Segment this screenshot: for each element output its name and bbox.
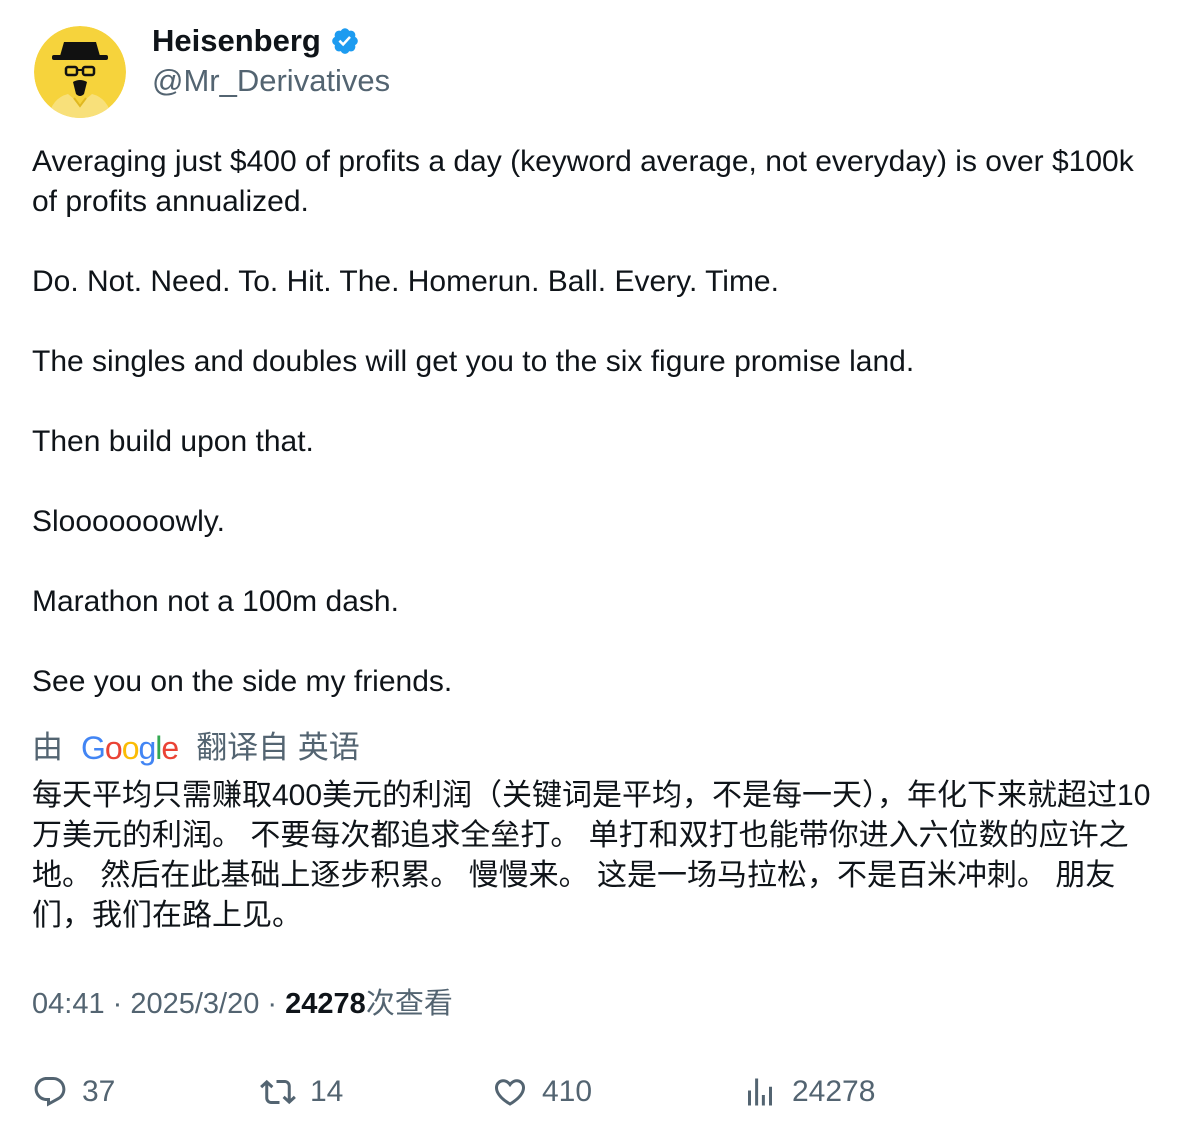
author-handle[interactable]: @Mr_Derivatives — [152, 62, 390, 100]
views-button[interactable]: 24278 — [742, 1070, 875, 1114]
verified-badge-icon[interactable] — [330, 26, 360, 56]
tweet-meta: 04:41 · 2025/3/20 · 24278 次查看 — [32, 984, 453, 1024]
reply-icon — [34, 1077, 66, 1107]
tweet-time[interactable]: 04:41 — [32, 984, 105, 1024]
retweet-count: 14 — [310, 1075, 344, 1108]
tweet-paragraph: The singles and doubles will get you to … — [32, 345, 915, 378]
tweet-paragraph: Averaging just $400 of profits a day (ke… — [32, 145, 1134, 218]
tweet-paragraph: Marathon not a 100m dash. — [32, 585, 399, 618]
tweet-paragraph: Then build upon that. — [32, 425, 314, 458]
reply-count: 37 — [82, 1075, 116, 1108]
meta-separator: · — [259, 988, 286, 1020]
reply-button[interactable]: 37 — [32, 1070, 115, 1114]
tweet-paragraph: Do. Not. Need. To. Hit. The. Homerun. Ba… — [32, 265, 779, 298]
views-count: 24278 — [285, 988, 366, 1020]
translation-attribution[interactable]: 由 Google 翻译自 英语 — [32, 728, 360, 768]
analytics-icon — [748, 1078, 772, 1106]
tweet-card: Heisenberg @Mr_Derivatives Averaging jus… — [0, 0, 1196, 1138]
views-label: 次查看 — [365, 988, 453, 1020]
retweet-icon — [260, 1079, 296, 1105]
heisenberg-avatar-icon[interactable] — [34, 26, 126, 118]
translation-prefix: 由 — [32, 730, 63, 765]
google-logo: Google — [81, 730, 179, 766]
tweet-date[interactable]: 2025/3/20 — [130, 984, 259, 1024]
tweet-paragraph: Slooooooowly. — [32, 505, 225, 538]
action-bar: 37 14 410 24278 — [32, 1070, 1162, 1114]
tweet-text: Averaging just $400 of profits a day (ke… — [32, 142, 1162, 702]
views-action-count: 24278 — [792, 1075, 876, 1108]
like-button[interactable]: 410 — [492, 1070, 592, 1114]
author-display-name[interactable]: Heisenberg — [152, 22, 321, 60]
retweet-button[interactable]: 14 — [260, 1070, 343, 1114]
author-name-row: Heisenberg — [152, 22, 360, 60]
translation-suffix: 翻译自 英语 — [196, 730, 360, 765]
like-count: 410 — [542, 1075, 593, 1108]
translated-text: 每天平均只需赚取400美元的利润（关键词是平均，不是每一天），年化下来就超过10… — [32, 779, 1151, 932]
tweet-paragraph: See you on the side my friends. — [32, 665, 453, 698]
heart-icon — [494, 1079, 526, 1106]
meta-separator: · — [104, 988, 131, 1020]
